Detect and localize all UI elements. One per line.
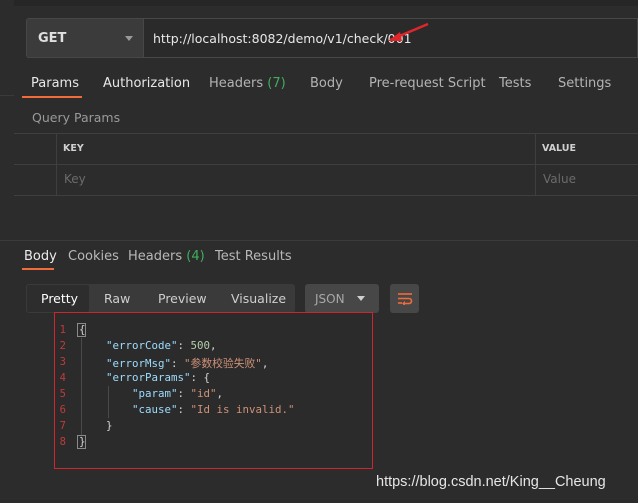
response-tab-test-results[interactable]: Test Results — [215, 249, 292, 264]
value-input[interactable]: Value — [543, 172, 576, 186]
column-header-value: VALUE — [542, 143, 576, 154]
table-border — [14, 164, 638, 165]
tab-headers[interactable]: Headers (7) — [209, 76, 286, 91]
chevron-down-icon — [357, 296, 365, 301]
query-params-label: Query Params — [32, 110, 121, 125]
tab-tests[interactable]: Tests — [499, 76, 531, 91]
code-line: } — [79, 435, 86, 448]
table-column-divider — [56, 133, 57, 195]
tab-settings[interactable]: Settings — [558, 76, 611, 91]
active-response-tab-indicator — [22, 268, 54, 270]
response-tab-cookies[interactable]: Cookies — [68, 249, 119, 264]
watermark: https://blog.csdn.net/King__Cheung — [376, 474, 606, 490]
view-preview-button[interactable]: Preview — [158, 291, 207, 306]
method-select[interactable]: GET — [26, 18, 143, 58]
line-number: 3 — [59, 356, 66, 368]
tab-body[interactable]: Body — [310, 76, 343, 91]
indent-guide — [108, 386, 109, 418]
code-line: "param": "id", — [132, 387, 224, 400]
format-value: JSON — [315, 291, 345, 306]
response-divider — [0, 240, 638, 241]
indent-guide — [81, 338, 82, 436]
url-value: http://localhost:8082/demo/v1/check/001 — [153, 30, 412, 46]
tab-params[interactable]: Params — [31, 76, 79, 91]
sidebar-divider — [0, 95, 14, 96]
red-arrow-annotation-icon — [388, 22, 429, 42]
line-number: 8 — [59, 436, 66, 448]
top-strip — [0, 0, 638, 6]
line-number: 5 — [59, 388, 66, 400]
active-tab-indicator — [22, 96, 82, 98]
table-border — [14, 133, 638, 134]
left-sidebar-edge — [0, 0, 14, 503]
response-tab-body[interactable]: Body — [24, 249, 57, 264]
view-raw-button[interactable]: Raw — [104, 291, 130, 306]
chevron-down-icon — [125, 36, 133, 41]
tab-authorization[interactable]: Authorization — [103, 76, 190, 91]
code-line: "cause": "Id is invalid." — [132, 403, 295, 416]
line-number: 1 — [59, 324, 66, 336]
table-column-divider — [535, 133, 536, 195]
line-number: 7 — [59, 420, 66, 432]
response-tab-headers[interactable]: Headers (4) — [128, 249, 205, 264]
format-select[interactable]: JSON — [305, 284, 379, 313]
key-input[interactable]: Key — [64, 172, 86, 186]
line-number: 6 — [59, 404, 66, 416]
view-pretty-button[interactable]: Pretty — [41, 291, 78, 306]
code-line: "errorParams": { — [106, 371, 211, 384]
tab-pre-request-script[interactable]: Pre-request Script — [369, 76, 486, 91]
line-number: 4 — [59, 372, 66, 384]
wrap-lines-button[interactable] — [390, 284, 419, 313]
code-line: } — [106, 419, 113, 432]
wrap-lines-icon — [397, 293, 412, 305]
table-border — [14, 195, 638, 196]
column-header-key: KEY — [63, 143, 84, 154]
code-line: "errorMsg": "参数校验失败", — [106, 357, 269, 370]
code-line: "errorCode": 500, — [106, 339, 217, 352]
method-value: GET — [38, 30, 67, 46]
view-visualize-button[interactable]: Visualize — [231, 291, 286, 306]
line-number: 2 — [59, 340, 66, 352]
code-line: { — [79, 323, 86, 336]
